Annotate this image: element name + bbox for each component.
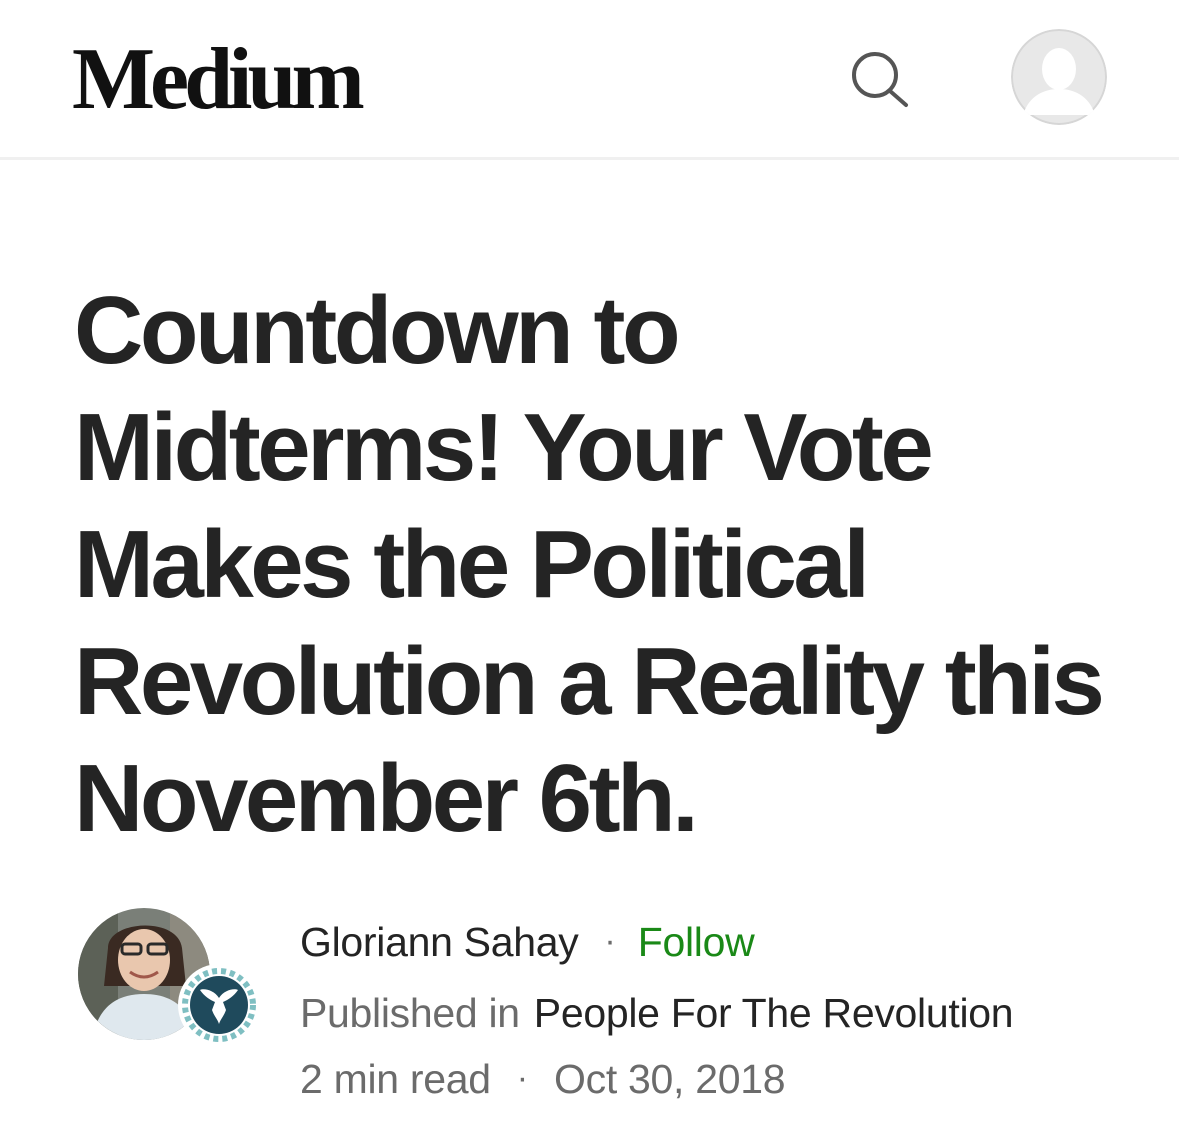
follow-button[interactable]: Follow bbox=[638, 919, 755, 965]
user-avatar-icon bbox=[1011, 29, 1107, 125]
byline-author-row: Gloriann Sahay · Follow bbox=[300, 916, 755, 967]
publish-date: Oct 30, 2018 bbox=[554, 1056, 786, 1102]
article-title-line: November 6th. bbox=[74, 745, 699, 852]
search-icon bbox=[852, 52, 908, 107]
article-title-line: Revolution a Reality this bbox=[74, 628, 1105, 735]
dove-icon bbox=[181, 967, 257, 1043]
medium-logo[interactable]: Medium bbox=[72, 30, 365, 130]
article-title: Countdown to Midterms! Your Vote Makes t… bbox=[74, 272, 1134, 857]
article-title-line: Midterms! Your Vote bbox=[74, 394, 934, 501]
read-time: 2 min read bbox=[300, 1056, 491, 1102]
search-button[interactable] bbox=[846, 46, 912, 112]
article-title-line: Makes the Political bbox=[74, 511, 870, 618]
byline-publication-row: Published in People For The Revolution bbox=[300, 988, 1014, 1038]
publication-name-link[interactable]: People For The Revolution bbox=[534, 990, 1014, 1036]
separator-dot: · bbox=[516, 1059, 529, 1097]
publication-badge[interactable] bbox=[178, 964, 260, 1046]
author-name-link[interactable]: Gloriann Sahay bbox=[300, 919, 579, 965]
profile-avatar-button[interactable] bbox=[1011, 29, 1107, 125]
byline-meta-row: 2 min read · Oct 30, 2018 bbox=[300, 1053, 786, 1104]
top-nav-bar: Medium bbox=[0, 0, 1179, 160]
separator-dot: · bbox=[604, 922, 616, 960]
article-title-line: Countdown to bbox=[74, 277, 681, 384]
published-in-label: Published in bbox=[300, 990, 520, 1036]
